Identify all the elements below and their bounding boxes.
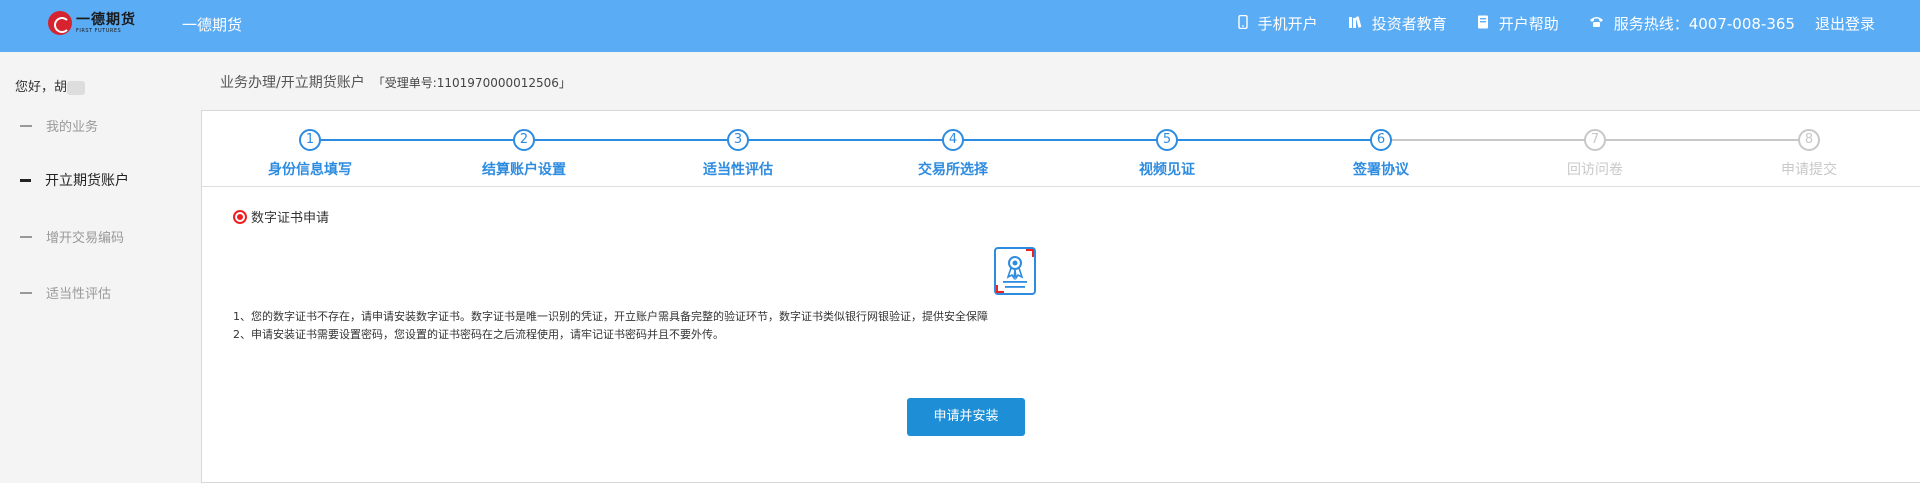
- nav-label: 投资者教育: [1371, 15, 1447, 33]
- sidebar-item-open-account[interactable]: 开立期货账户: [20, 170, 129, 190]
- logo[interactable]: 一德期货 FIRST FUTURES: [48, 11, 136, 35]
- nav-label: 手机开户: [1257, 15, 1318, 33]
- step-2: 2 结算账户设置: [444, 129, 604, 179]
- step-8: 8 申请提交: [1729, 129, 1889, 179]
- step-progress: 1 身份信息填写 2 结算账户设置 3 适当性评估 4 交易所选择 5 视频见证…: [202, 111, 1920, 187]
- step-7: 7 回访问卷: [1515, 129, 1675, 179]
- sidebar-item-label: 我的业务: [46, 120, 99, 135]
- step-number: 3: [727, 129, 749, 151]
- step-label: 身份信息填写: [268, 162, 352, 178]
- step-3: 3 适当性评估: [658, 129, 818, 179]
- dash-icon: [20, 124, 32, 127]
- notes: 1、您的数字证书不存在，请申请安装数字证书。数字证书是唯一识别的凭证，开立账户需…: [233, 308, 988, 344]
- step-label: 视频见证: [1139, 162, 1195, 178]
- step-label: 交易所选择: [918, 162, 988, 178]
- step-4: 4 交易所选择: [873, 129, 1033, 179]
- mobile-icon: [1237, 14, 1248, 33]
- section-title-text: 数字证书申请: [251, 211, 330, 226]
- step-number: 7: [1584, 129, 1606, 151]
- step-number: 4: [942, 129, 964, 151]
- breadcrumb: 业务办理/开立期货账户 「受理单号:1101970000012506」: [220, 72, 571, 92]
- dash-icon: [20, 178, 31, 182]
- phone-icon: [1589, 15, 1604, 32]
- step-number: 1: [299, 129, 321, 151]
- sidebar-item-my-business[interactable]: 我的业务: [20, 116, 98, 135]
- step-label: 回访问卷: [1567, 162, 1623, 178]
- sidebar-item-label: 增开交易编码: [46, 231, 125, 246]
- books-icon: [1348, 15, 1362, 33]
- step-number: 8: [1798, 129, 1820, 151]
- step-number: 2: [513, 129, 535, 151]
- step-1: 1 身份信息填写: [230, 129, 390, 179]
- apply-install-button[interactable]: 申请并安装: [907, 398, 1025, 436]
- step-label: 申请提交: [1781, 162, 1837, 178]
- certificate-icon: [993, 246, 1037, 296]
- radio-selected-icon[interactable]: [233, 209, 247, 224]
- greeting: 您好，胡: [15, 76, 86, 95]
- step-label: 签署协议: [1353, 162, 1409, 178]
- nav-mobile-account[interactable]: 手机开户: [1237, 13, 1318, 34]
- sidebar-item-suitability[interactable]: 适当性评估: [20, 283, 111, 302]
- section-title: 数字证书申请: [233, 207, 329, 226]
- breadcrumb-path: 业务办理/开立期货账户: [220, 75, 365, 91]
- nav-label: 服务热线：4007-008-365: [1613, 15, 1795, 33]
- nav-service-hotline[interactable]: 服务热线：4007-008-365: [1589, 13, 1795, 34]
- book-icon: [1477, 15, 1489, 33]
- logout-link[interactable]: 退出登录: [1815, 13, 1875, 34]
- dash-icon: [20, 291, 32, 294]
- greeting-text: 您好，胡: [15, 80, 68, 95]
- step-6: 6 签署协议: [1301, 129, 1461, 179]
- step-5: 5 视频见证: [1087, 129, 1247, 179]
- name-mask: [67, 80, 86, 95]
- sidebar-item-label: 适当性评估: [46, 287, 112, 302]
- dash-icon: [20, 235, 32, 238]
- nav-account-help[interactable]: 开户帮助: [1477, 13, 1559, 34]
- sidebar-item-label: 开立期货账户: [45, 173, 129, 189]
- note-line: 1、您的数字证书不存在，请申请安装数字证书。数字证书是唯一识别的凭证，开立账户需…: [233, 310, 988, 323]
- sidebar-item-trading-code[interactable]: 增开交易编码: [20, 227, 124, 246]
- logo-subtext: FIRST FUTURES: [76, 27, 122, 34]
- top-bar: 一德期货 FIRST FUTURES 一德期货 手机开户 投资者教育 开户帮助: [0, 0, 1920, 52]
- order-number: 「受理单号:1101970000012506」: [372, 76, 571, 90]
- note-line: 2、申请安装证书需要设置密码，您设置的证书密码在之后流程使用，请牢记证书密码并且…: [233, 328, 724, 341]
- step-label: 适当性评估: [703, 162, 773, 178]
- step-number: 5: [1156, 129, 1178, 151]
- logo-mark-icon: [48, 11, 72, 35]
- nav-investor-education[interactable]: 投资者教育: [1348, 13, 1447, 34]
- step-number: 6: [1370, 129, 1392, 151]
- nav-label: 开户帮助: [1498, 15, 1559, 33]
- sidebar: 您好，胡 我的业务 开立期货账户 增开交易编码 适当性评估: [0, 52, 200, 483]
- main-panel: 1 身份信息填写 2 结算账户设置 3 适当性评估 4 交易所选择 5 视频见证…: [201, 110, 1920, 483]
- brand-name: 一德期货: [182, 16, 243, 34]
- logo-text: 一德期货: [76, 11, 136, 28]
- top-nav: 手机开户 投资者教育 开户帮助 服务热线：4007-008-365 退出登录: [1208, 13, 1875, 34]
- step-label: 结算账户设置: [482, 162, 566, 178]
